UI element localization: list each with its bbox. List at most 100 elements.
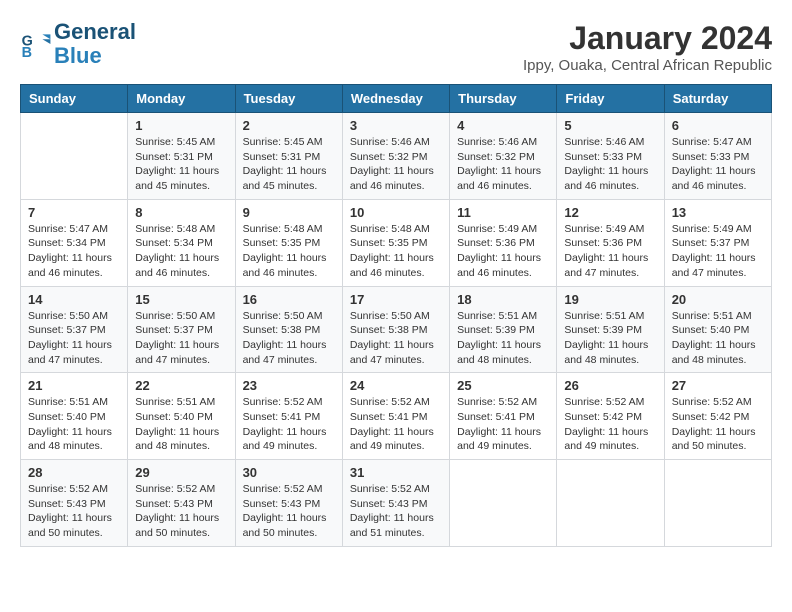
day-info: Sunrise: 5:47 AM Sunset: 5:34 PM Dayligh… — [28, 222, 120, 281]
calendar-cell: 13 Sunrise: 5:49 AM Sunset: 5:37 PM Dayli… — [664, 199, 771, 286]
day-number: 19 — [564, 292, 656, 307]
day-number: 11 — [457, 205, 549, 220]
calendar-cell — [557, 460, 664, 547]
calendar-cell: 19 Sunrise: 5:51 AM Sunset: 5:39 PM Dayli… — [557, 286, 664, 373]
calendar-cell: 6 Sunrise: 5:47 AM Sunset: 5:33 PM Daylig… — [664, 113, 771, 200]
weekday-header-tuesday: Tuesday — [235, 85, 342, 113]
day-info: Sunrise: 5:45 AM Sunset: 5:31 PM Dayligh… — [243, 135, 335, 194]
calendar-cell: 20 Sunrise: 5:51 AM Sunset: 5:40 PM Dayli… — [664, 286, 771, 373]
day-number: 21 — [28, 378, 120, 393]
day-info: Sunrise: 5:52 AM Sunset: 5:43 PM Dayligh… — [28, 482, 120, 541]
day-number: 9 — [243, 205, 335, 220]
day-info: Sunrise: 5:48 AM Sunset: 5:35 PM Dayligh… — [350, 222, 442, 281]
day-info: Sunrise: 5:52 AM Sunset: 5:41 PM Dayligh… — [243, 395, 335, 454]
day-info: Sunrise: 5:52 AM Sunset: 5:43 PM Dayligh… — [135, 482, 227, 541]
day-info: Sunrise: 5:51 AM Sunset: 5:39 PM Dayligh… — [457, 309, 549, 368]
calendar-cell: 2 Sunrise: 5:45 AM Sunset: 5:31 PM Daylig… — [235, 113, 342, 200]
day-info: Sunrise: 5:51 AM Sunset: 5:39 PM Dayligh… — [564, 309, 656, 368]
calendar-header-row: SundayMondayTuesdayWednesdayThursdayFrid… — [21, 85, 772, 113]
day-info: Sunrise: 5:51 AM Sunset: 5:40 PM Dayligh… — [672, 309, 764, 368]
day-number: 17 — [350, 292, 442, 307]
weekday-header-thursday: Thursday — [450, 85, 557, 113]
calendar-cell: 16 Sunrise: 5:50 AM Sunset: 5:38 PM Dayli… — [235, 286, 342, 373]
weekday-header-monday: Monday — [128, 85, 235, 113]
day-number: 12 — [564, 205, 656, 220]
calendar-cell: 31Sunrise: 5:52 AM Sunset: 5:43 PM Dayli… — [342, 460, 449, 547]
weekday-header-sunday: Sunday — [21, 85, 128, 113]
calendar-cell: 25 Sunrise: 5:52 AM Sunset: 5:41 PM Dayli… — [450, 373, 557, 460]
day-number: 13 — [672, 205, 764, 220]
calendar-cell: 9 Sunrise: 5:48 AM Sunset: 5:35 PM Daylig… — [235, 199, 342, 286]
calendar-cell: 3Sunrise: 5:46 AM Sunset: 5:32 PM Daylig… — [342, 113, 449, 200]
location-subtitle: Ippy, Ouaka, Central African Republic — [523, 57, 772, 74]
calendar-week-row: 14 Sunrise: 5:50 AM Sunset: 5:37 PM Dayli… — [21, 286, 772, 373]
calendar-cell: 10 Sunrise: 5:48 AM Sunset: 5:35 PM Dayli… — [342, 199, 449, 286]
day-info: Sunrise: 5:47 AM Sunset: 5:33 PM Dayligh… — [672, 135, 764, 194]
calendar-week-row: 21 Sunrise: 5:51 AM Sunset: 5:40 PM Dayli… — [21, 373, 772, 460]
calendar-cell: 8Sunrise: 5:48 AM Sunset: 5:34 PM Daylig… — [128, 199, 235, 286]
calendar-cell: 30 Sunrise: 5:52 AM Sunset: 5:43 PM Dayli… — [235, 460, 342, 547]
calendar-cell: 15 Sunrise: 5:50 AM Sunset: 5:37 PM Dayli… — [128, 286, 235, 373]
day-info: Sunrise: 5:49 AM Sunset: 5:36 PM Dayligh… — [457, 222, 549, 281]
title-block: January 2024 Ippy, Ouaka, Central Africa… — [523, 20, 772, 74]
weekday-header-saturday: Saturday — [664, 85, 771, 113]
calendar-week-row: 1 Sunrise: 5:45 AM Sunset: 5:31 PM Daylig… — [21, 113, 772, 200]
day-info: Sunrise: 5:45 AM Sunset: 5:31 PM Dayligh… — [135, 135, 227, 194]
day-info: Sunrise: 5:52 AM Sunset: 5:41 PM Dayligh… — [457, 395, 549, 454]
calendar-cell: 4Sunrise: 5:46 AM Sunset: 5:32 PM Daylig… — [450, 113, 557, 200]
day-info: Sunrise: 5:52 AM Sunset: 5:43 PM Dayligh… — [243, 482, 335, 541]
day-number: 25 — [457, 378, 549, 393]
calendar-cell: 1 Sunrise: 5:45 AM Sunset: 5:31 PM Daylig… — [128, 113, 235, 200]
day-number: 2 — [243, 118, 335, 133]
day-number: 6 — [672, 118, 764, 133]
calendar-cell: 22Sunrise: 5:51 AM Sunset: 5:40 PM Dayli… — [128, 373, 235, 460]
day-number: 29 — [135, 465, 227, 480]
day-info: Sunrise: 5:46 AM Sunset: 5:32 PM Dayligh… — [457, 135, 549, 194]
day-info: Sunrise: 5:52 AM Sunset: 5:43 PM Dayligh… — [350, 482, 442, 541]
month-title: January 2024 — [523, 20, 772, 57]
calendar-cell: 18 Sunrise: 5:51 AM Sunset: 5:39 PM Dayli… — [450, 286, 557, 373]
day-number: 30 — [243, 465, 335, 480]
day-number: 27 — [672, 378, 764, 393]
calendar-cell: 7Sunrise: 5:47 AM Sunset: 5:34 PM Daylig… — [21, 199, 128, 286]
calendar-cell: 17 Sunrise: 5:50 AM Sunset: 5:38 PM Dayli… — [342, 286, 449, 373]
day-info: Sunrise: 5:50 AM Sunset: 5:38 PM Dayligh… — [350, 309, 442, 368]
calendar-cell: 28Sunrise: 5:52 AM Sunset: 5:43 PM Dayli… — [21, 460, 128, 547]
logo: G B GeneralBlue — [20, 20, 136, 68]
calendar-cell: 11 Sunrise: 5:49 AM Sunset: 5:36 PM Dayli… — [450, 199, 557, 286]
day-info: Sunrise: 5:48 AM Sunset: 5:35 PM Dayligh… — [243, 222, 335, 281]
weekday-header-wednesday: Wednesday — [342, 85, 449, 113]
day-number: 16 — [243, 292, 335, 307]
day-number: 22 — [135, 378, 227, 393]
page-header: G B GeneralBlue January 2024 Ippy, Ouaka… — [20, 20, 772, 74]
day-number: 23 — [243, 378, 335, 393]
day-info: Sunrise: 5:49 AM Sunset: 5:37 PM Dayligh… — [672, 222, 764, 281]
day-info: Sunrise: 5:50 AM Sunset: 5:38 PM Dayligh… — [243, 309, 335, 368]
day-number: 18 — [457, 292, 549, 307]
calendar-cell — [21, 113, 128, 200]
calendar-cell: 26Sunrise: 5:52 AM Sunset: 5:42 PM Dayli… — [557, 373, 664, 460]
logo-icon: G B — [20, 28, 52, 60]
calendar-cell: 29 Sunrise: 5:52 AM Sunset: 5:43 PM Dayli… — [128, 460, 235, 547]
day-info: Sunrise: 5:50 AM Sunset: 5:37 PM Dayligh… — [135, 309, 227, 368]
day-number: 26 — [564, 378, 656, 393]
day-number: 20 — [672, 292, 764, 307]
calendar-table: SundayMondayTuesdayWednesdayThursdayFrid… — [20, 84, 772, 547]
day-info: Sunrise: 5:51 AM Sunset: 5:40 PM Dayligh… — [28, 395, 120, 454]
day-info: Sunrise: 5:46 AM Sunset: 5:33 PM Dayligh… — [564, 135, 656, 194]
calendar-cell: 14 Sunrise: 5:50 AM Sunset: 5:37 PM Dayli… — [21, 286, 128, 373]
calendar-cell: 5Sunrise: 5:46 AM Sunset: 5:33 PM Daylig… — [557, 113, 664, 200]
day-info: Sunrise: 5:49 AM Sunset: 5:36 PM Dayligh… — [564, 222, 656, 281]
day-number: 24 — [350, 378, 442, 393]
day-number: 14 — [28, 292, 120, 307]
day-number: 10 — [350, 205, 442, 220]
day-number: 3 — [350, 118, 442, 133]
calendar-cell: 12 Sunrise: 5:49 AM Sunset: 5:36 PM Dayli… — [557, 199, 664, 286]
day-number: 1 — [135, 118, 227, 133]
calendar-cell: 24Sunrise: 5:52 AM Sunset: 5:41 PM Dayli… — [342, 373, 449, 460]
day-info: Sunrise: 5:50 AM Sunset: 5:37 PM Dayligh… — [28, 309, 120, 368]
svg-text:B: B — [22, 45, 32, 60]
calendar-cell — [450, 460, 557, 547]
day-number: 15 — [135, 292, 227, 307]
logo-text: GeneralBlue — [54, 20, 136, 68]
